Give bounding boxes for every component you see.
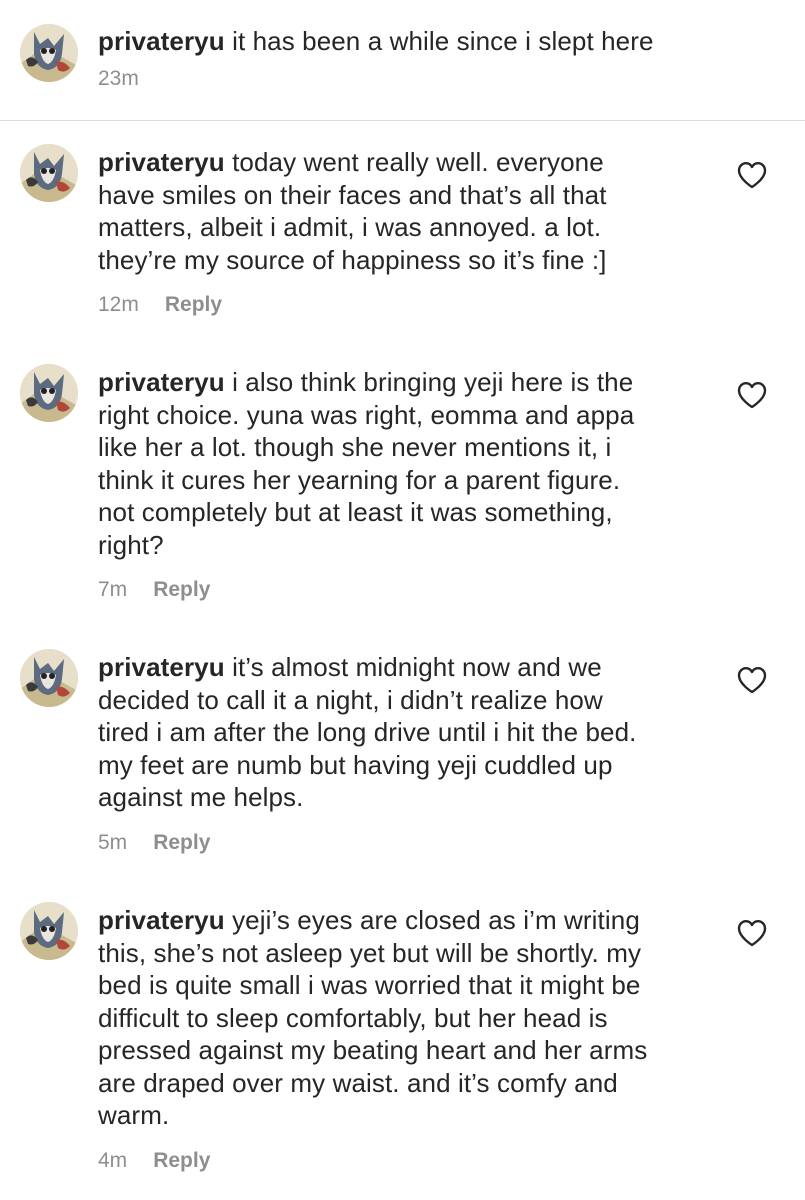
avatar[interactable] <box>20 649 78 707</box>
cat-avatar-icon <box>20 24 78 82</box>
like-button[interactable] <box>737 161 767 189</box>
comment-line: right choice. yuna was right, eomma and … <box>98 399 698 432</box>
comment-body: difficult to sleep comfortably, but her … <box>98 1002 608 1033</box>
caption-divider <box>0 120 805 121</box>
avatar[interactable] <box>20 902 78 960</box>
comment-line: are draped over my waist. and it’s comfy… <box>98 1067 698 1100</box>
comment-body: this, she’s not asleep yet but will be s… <box>98 937 642 968</box>
comment-line: against me helps. <box>98 781 698 814</box>
like-button[interactable] <box>737 381 767 409</box>
like-button[interactable] <box>737 919 767 947</box>
avatar[interactable] <box>20 24 78 82</box>
cat-avatar-icon <box>20 649 78 707</box>
comment-body: not completely but at least it was somet… <box>98 497 613 527</box>
comment-body: decided to call it a night, i didn’t rea… <box>98 684 603 715</box>
comment-username[interactable]: privateryu <box>98 652 225 682</box>
comment-line: privateryu yeji’s eyes are closed as i’m… <box>98 904 698 937</box>
comment-username[interactable]: privateryu <box>98 905 225 935</box>
reply-button[interactable]: Reply <box>153 831 210 854</box>
caption-meta: 23m <box>98 67 139 91</box>
comment-body: bed is quite small i was worried that it… <box>98 970 641 1000</box>
comment-body: against me helps. <box>98 782 304 812</box>
comment-body: yeji’s eyes are closed as i’m writing <box>232 905 640 935</box>
heart-icon <box>737 920 767 947</box>
caption-timestamp: 23m <box>98 67 139 90</box>
comment-body: matters, albeit i admit, i was annoyed. … <box>98 212 602 242</box>
comment-line: bed is quite small i was worried that it… <box>98 969 698 1002</box>
heart-icon <box>737 382 767 409</box>
comment-line: tired i am after the long drive until i … <box>98 716 698 749</box>
comment-line: decided to call it a night, i didn’t rea… <box>98 684 698 717</box>
comment-text: privateryu today went really well. every… <box>98 146 698 276</box>
comment-line: like her a lot. though she never mention… <box>98 431 698 464</box>
comment-line: warm. <box>98 1099 698 1132</box>
reply-button[interactable]: Reply <box>153 578 210 601</box>
comment-line: my feet are numb but having yeji cuddled… <box>98 749 698 782</box>
heart-icon <box>737 667 767 694</box>
cat-avatar-icon <box>20 144 78 202</box>
comment-body: my feet are numb but having yeji cuddled… <box>98 749 613 780</box>
comment-body: tired i am after the long drive until i … <box>98 717 637 747</box>
comment-meta: 12m Reply <box>98 293 222 317</box>
caption: privateryu it has been a while since i s… <box>0 0 805 120</box>
avatar[interactable] <box>20 364 78 422</box>
comment-line: privateryu it’s almost midnight now and … <box>98 651 698 684</box>
comment-body: i also think bringing yeji here is the <box>232 367 634 397</box>
reply-button[interactable]: Reply <box>165 293 222 316</box>
comment-body: are draped over my waist. and it’s comfy… <box>98 1067 618 1098</box>
comment-line: think it cures her yearning for a parent… <box>98 464 698 497</box>
comment-text: privateryu i also think bringing yeji he… <box>98 366 698 561</box>
comment-line: right? <box>98 529 698 562</box>
caption-text: privateryu it has been a while since i s… <box>98 25 698 58</box>
comment-line: not completely but at least it was somet… <box>98 496 698 529</box>
caption-body: it has been a while since i slept here <box>232 26 654 56</box>
comment-body: think it cures her yearning for a parent… <box>98 464 621 495</box>
comment-username[interactable]: privateryu <box>98 367 225 397</box>
comment-timestamp: 12m <box>98 293 139 316</box>
comment-body: today went really well. everyone <box>232 147 604 177</box>
comment-text: privateryu it’s almost midnight now and … <box>98 651 698 814</box>
comment-timestamp: 7m <box>98 578 128 601</box>
comment-body: pressed against my beating heart and her… <box>98 1035 648 1065</box>
cat-avatar-icon <box>20 364 78 422</box>
comment-line: privateryu today went really well. every… <box>98 146 698 179</box>
like-button[interactable] <box>737 666 767 694</box>
comment-body: they’re my source of happiness so it’s f… <box>98 244 607 275</box>
comment-body: warm. <box>98 1100 170 1130</box>
comment-timestamp: 5m <box>98 830 128 854</box>
comment-body: right choice. yuna was right, eomma and … <box>98 399 635 430</box>
comment-meta: 5m Reply <box>98 831 210 855</box>
avatar[interactable] <box>20 144 78 202</box>
cat-avatar-icon <box>20 902 78 960</box>
comment-line: this, she’s not asleep yet but will be s… <box>98 937 698 970</box>
comment-line: difficult to sleep comfortably, but her … <box>98 1002 698 1035</box>
comment-line: they’re my source of happiness so it’s f… <box>98 244 698 277</box>
comment-body: like her a lot. though she never mention… <box>98 432 612 462</box>
comment-body: right? <box>98 529 164 560</box>
comment-body: it’s almost midnight now and we <box>232 652 602 682</box>
comment-line: pressed against my beating heart and her… <box>98 1034 698 1067</box>
comment-meta: 7m Reply <box>98 578 210 602</box>
comment-line: matters, albeit i admit, i was annoyed. … <box>98 211 698 244</box>
comment-username[interactable]: privateryu <box>98 147 225 177</box>
caption-username[interactable]: privateryu <box>98 26 225 56</box>
comment-line: privateryu i also think bringing yeji he… <box>98 366 698 399</box>
comment-text: privateryu yeji’s eyes are closed as i’m… <box>98 904 698 1132</box>
comment-line: have smiles on their faces and that’s al… <box>98 179 698 212</box>
reply-button[interactable]: Reply <box>153 1149 210 1172</box>
comment-timestamp: 4m <box>98 1148 128 1172</box>
comment-meta: 4m Reply <box>98 1149 210 1173</box>
comment-body: have smiles on their faces and that’s al… <box>98 179 607 210</box>
heart-icon <box>737 162 767 189</box>
